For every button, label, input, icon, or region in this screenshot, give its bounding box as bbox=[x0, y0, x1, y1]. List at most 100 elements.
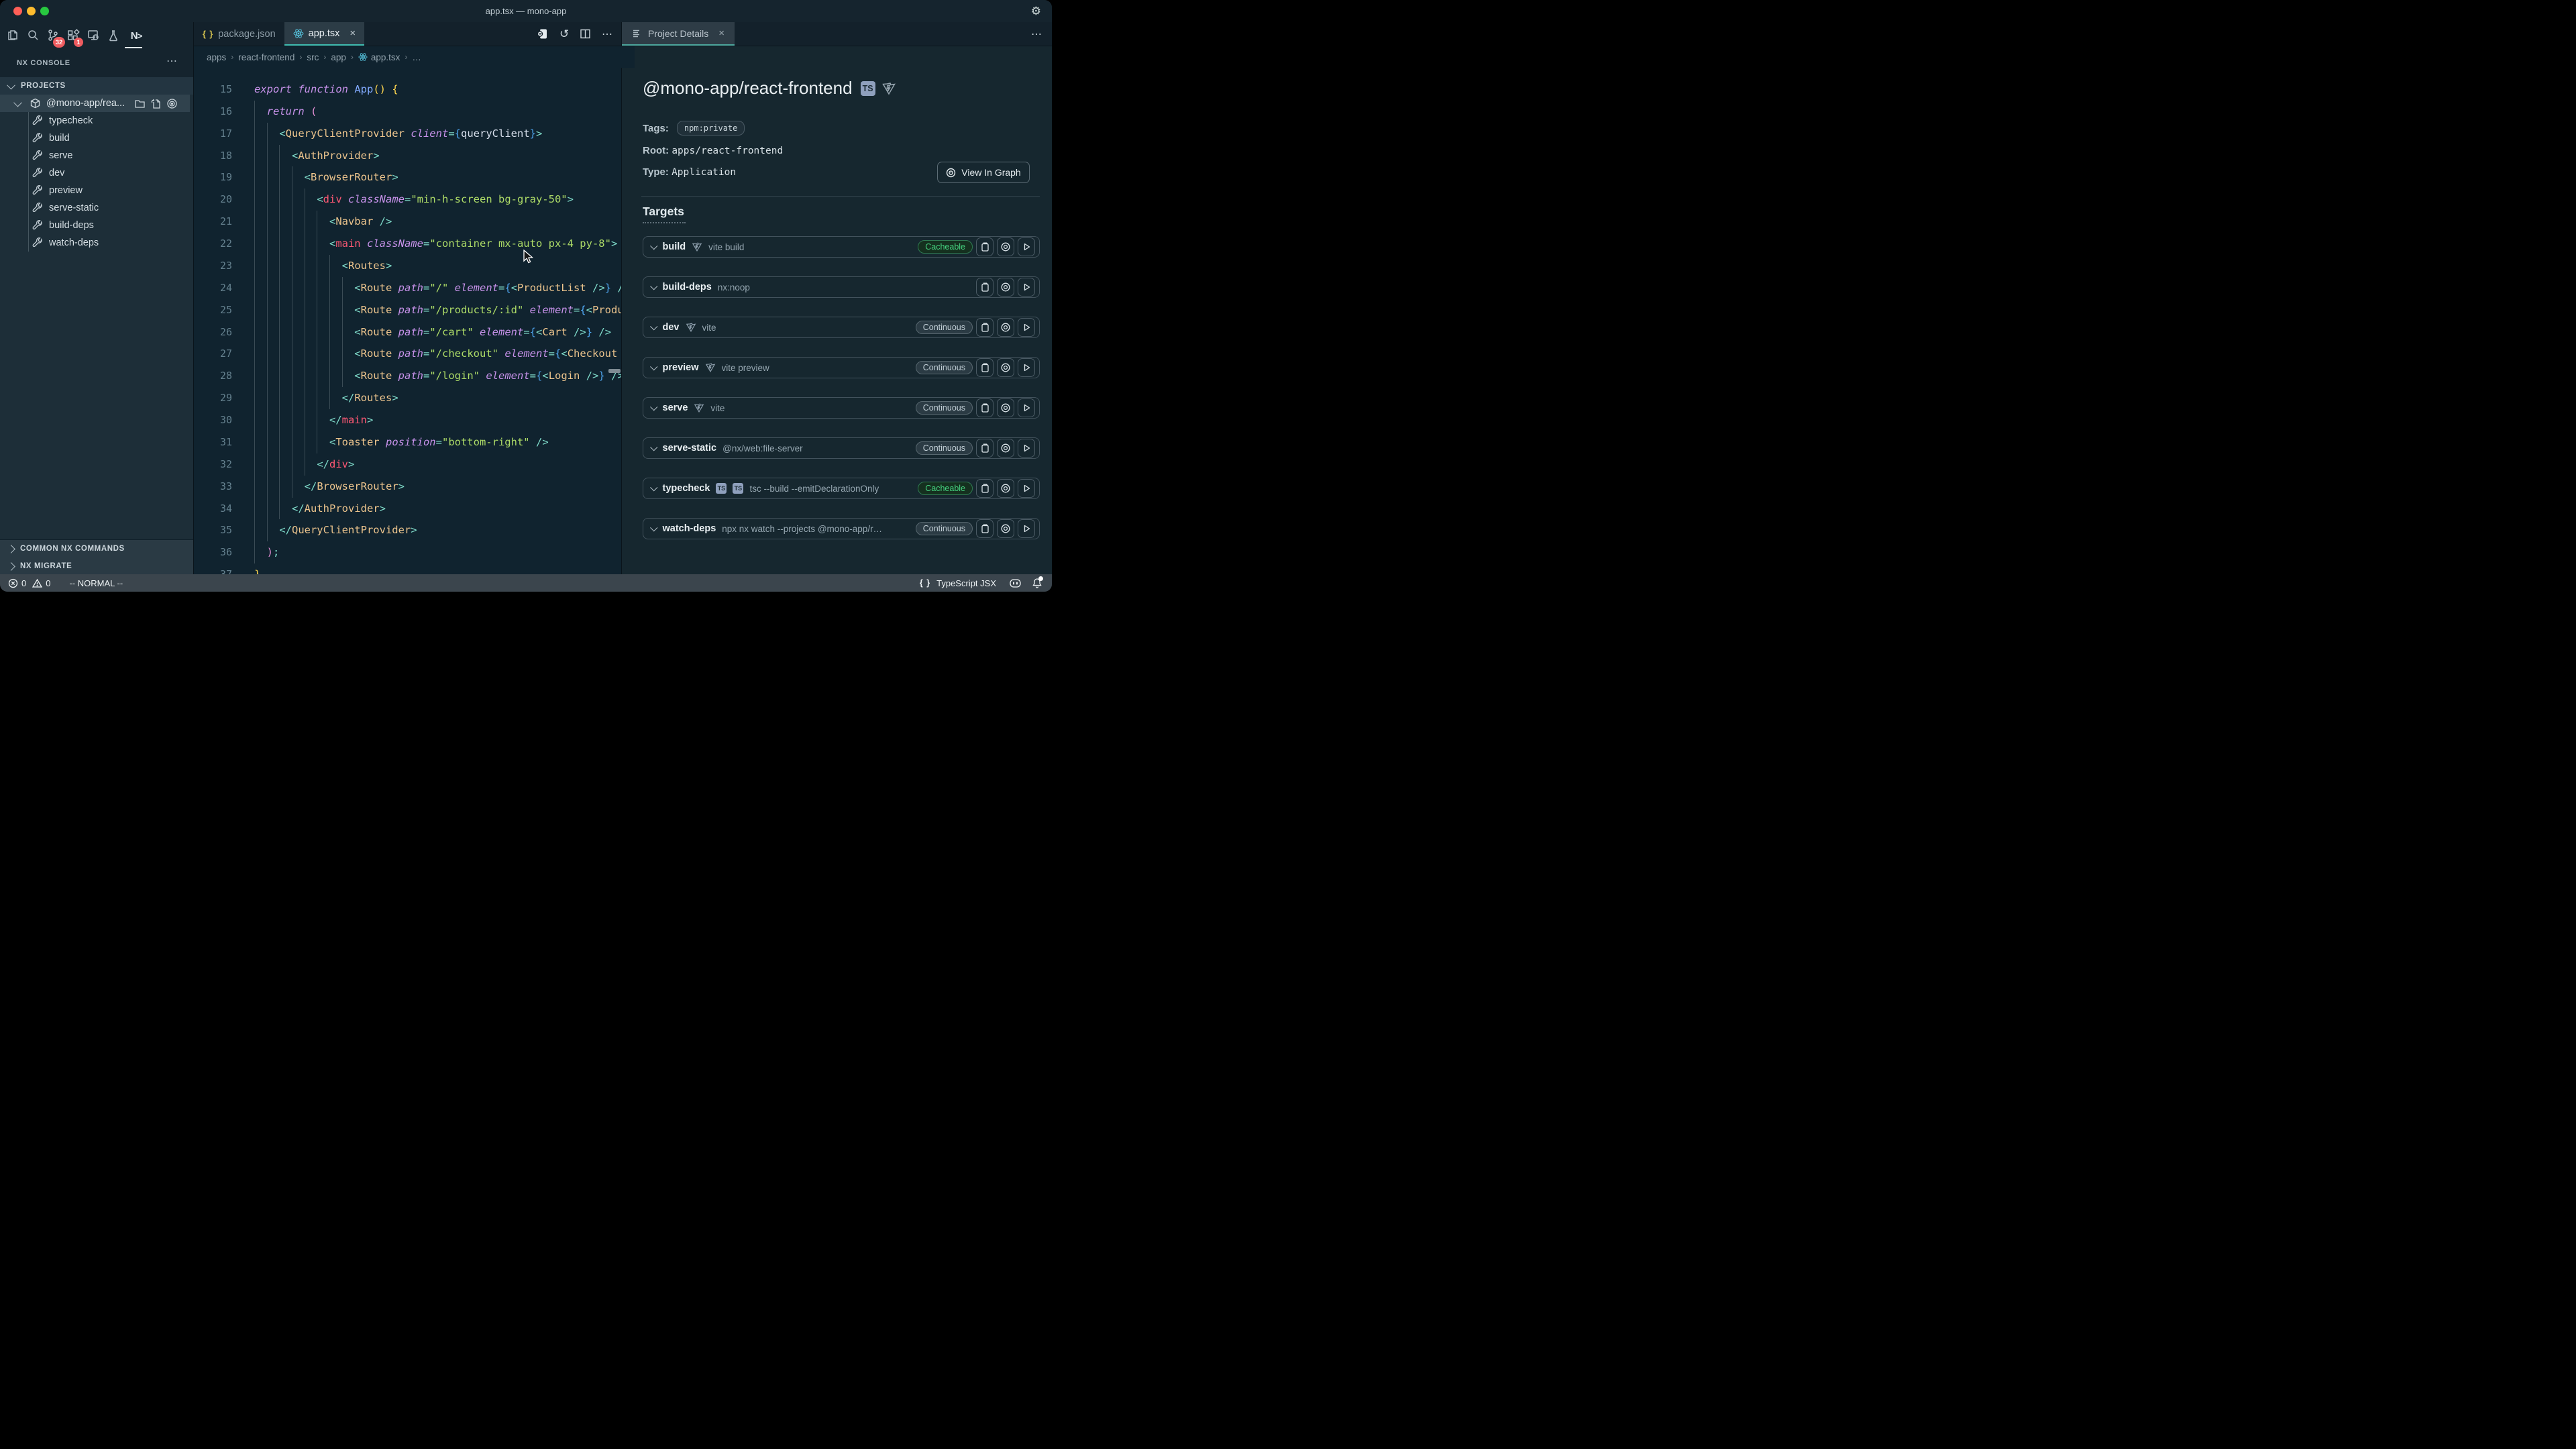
notifications-bell-icon[interactable] bbox=[1032, 578, 1042, 588]
target-card-serve-static[interactable]: serve-static@nx/web:file-serverContinuou… bbox=[643, 437, 1040, 459]
target-badge: Continuous bbox=[916, 522, 973, 535]
wrench-icon bbox=[32, 133, 43, 144]
wrench-icon bbox=[32, 150, 43, 161]
code-line-19: 19<BrowserRouter> bbox=[194, 166, 621, 189]
tag-chip: npm:private bbox=[677, 121, 745, 136]
section-nx-migrate[interactable]: NX MIGRATE bbox=[0, 557, 193, 575]
target-card-build-deps[interactable]: build-depsnx:noop bbox=[643, 276, 1040, 298]
vim-mode-indicator[interactable]: -- NORMAL -- bbox=[69, 578, 123, 588]
testing-icon[interactable] bbox=[106, 25, 120, 46]
code-editor[interactable]: 15export function App() {16return (17<Qu… bbox=[194, 62, 621, 574]
tab-app-tsx[interactable]: app.tsx × bbox=[284, 22, 365, 46]
view-target-icon[interactable] bbox=[997, 278, 1014, 297]
code-line-25: 25<Route path="/products/:id" element={<… bbox=[194, 299, 621, 321]
chevron-right-icon bbox=[7, 562, 15, 571]
nx-console-icon[interactable]: N> bbox=[126, 25, 146, 46]
tree-item-task-build[interactable]: build bbox=[0, 129, 193, 147]
target-card-serve[interactable]: serveviteContinuous bbox=[643, 397, 1040, 419]
sidebar-bottom-sections: COMMON NX COMMANDSNX MIGRATE bbox=[0, 539, 193, 575]
open-project-details-icon[interactable] bbox=[536, 28, 549, 40]
target-card-typecheck[interactable]: typecheckTSTStsc --build --emitDeclarati… bbox=[643, 478, 1040, 499]
copy-task-icon[interactable] bbox=[976, 237, 994, 256]
copy-task-icon[interactable] bbox=[976, 398, 994, 417]
json-braces-icon: { } bbox=[203, 30, 213, 39]
run-target-icon[interactable] bbox=[1018, 519, 1035, 538]
scrollbar-handle[interactable] bbox=[608, 369, 621, 373]
view-target-icon[interactable] bbox=[997, 479, 1014, 498]
tree-item-task-watch-deps[interactable]: watch-deps bbox=[0, 234, 193, 252]
breadcrumb-item[interactable]: app.tsx bbox=[358, 52, 400, 62]
copy-task-icon[interactable] bbox=[976, 318, 994, 337]
code-line-20: 20<div className="min-h-screen bg-gray-5… bbox=[194, 189, 621, 211]
tab-package-json[interactable]: { } package.json bbox=[194, 22, 284, 46]
target-card-dev[interactable]: devviteContinuous bbox=[643, 317, 1040, 338]
tree-item-project[interactable]: @mono-app/rea... bbox=[0, 95, 190, 112]
breadcrumb-item[interactable]: src bbox=[307, 52, 319, 62]
line-number: 21 bbox=[194, 211, 232, 233]
panel-more-actions-icon[interactable]: ⋯ bbox=[1031, 22, 1052, 46]
target-icon[interactable] bbox=[166, 98, 178, 109]
target-card-build[interactable]: buildvite buildCacheable bbox=[643, 236, 1040, 258]
run-target-icon[interactable] bbox=[1018, 318, 1035, 337]
type-value: Application bbox=[672, 167, 736, 178]
wrench-icon bbox=[32, 168, 43, 178]
source-control-icon[interactable]: 32 bbox=[46, 25, 60, 46]
run-target-icon[interactable] bbox=[1018, 439, 1035, 458]
chevron-down-icon bbox=[650, 282, 657, 290]
more-actions-icon[interactable]: ⋯ bbox=[602, 28, 612, 41]
line-number: 28 bbox=[194, 365, 232, 387]
activity-bar: 32 1 N> bbox=[0, 22, 199, 49]
generate-file-icon[interactable] bbox=[150, 98, 162, 109]
target-card-preview[interactable]: previewvite previewContinuous bbox=[643, 357, 1040, 378]
tree-item-task-preview[interactable]: preview bbox=[0, 182, 193, 199]
view-target-icon[interactable] bbox=[997, 318, 1014, 337]
view-target-icon[interactable] bbox=[997, 237, 1014, 256]
run-target-icon[interactable] bbox=[1018, 358, 1035, 377]
settings-gear-icon[interactable]: ⚙ bbox=[1031, 5, 1041, 18]
tree-item-task-build-deps[interactable]: build-deps bbox=[0, 217, 193, 234]
extensions-icon[interactable]: 1 bbox=[66, 25, 80, 46]
run-target-icon[interactable] bbox=[1018, 278, 1035, 297]
close-panel-icon[interactable]: × bbox=[718, 28, 724, 39]
tab-project-details[interactable]: Project Details × bbox=[622, 22, 735, 46]
view-in-graph-button[interactable]: View In Graph bbox=[937, 162, 1030, 183]
divider bbox=[641, 196, 1040, 197]
folder-icon[interactable] bbox=[134, 98, 146, 109]
projects-section-header[interactable]: PROJECTS bbox=[0, 77, 193, 95]
section-common-nx-commands[interactable]: COMMON NX COMMANDS bbox=[0, 540, 193, 557]
view-target-icon[interactable] bbox=[997, 439, 1014, 458]
copy-task-icon[interactable] bbox=[976, 439, 994, 458]
copy-task-icon[interactable] bbox=[976, 358, 994, 377]
view-target-icon[interactable] bbox=[997, 358, 1014, 377]
search-icon[interactable] bbox=[25, 25, 40, 46]
split-editor-icon[interactable] bbox=[580, 28, 591, 40]
tree-item-task-typecheck[interactable]: typecheck bbox=[0, 112, 193, 129]
line-number: 18 bbox=[194, 145, 232, 167]
view-target-icon[interactable] bbox=[997, 519, 1014, 538]
breadcrumb-item[interactable]: … bbox=[412, 52, 421, 62]
explorer-icon[interactable] bbox=[5, 25, 19, 46]
tree-item-task-dev[interactable]: dev bbox=[0, 164, 193, 182]
language-mode[interactable]: TypeScript JSX bbox=[936, 578, 996, 588]
run-target-icon[interactable] bbox=[1018, 398, 1035, 417]
refresh-icon[interactable]: ↻ bbox=[559, 28, 569, 41]
problems-status[interactable]: 0 0 bbox=[0, 578, 50, 588]
run-target-icon[interactable] bbox=[1018, 237, 1035, 256]
copy-task-icon[interactable] bbox=[976, 519, 994, 538]
status-bar: 0 0 -- NORMAL -- { } TypeScript JSX bbox=[0, 574, 1052, 592]
breadcrumb-item[interactable]: react-frontend bbox=[238, 52, 294, 62]
close-tab-icon[interactable]: × bbox=[350, 28, 356, 39]
breadcrumb-item[interactable]: app bbox=[331, 52, 346, 62]
tree-item-task-serve-static[interactable]: serve-static bbox=[0, 199, 193, 217]
target-card-watch-deps[interactable]: watch-depsnpx nx watch --projects @mono-… bbox=[643, 518, 1040, 539]
remote-explorer-icon[interactable] bbox=[86, 25, 100, 46]
tree-item-task-serve[interactable]: serve bbox=[0, 147, 193, 164]
view-target-icon[interactable] bbox=[997, 398, 1014, 417]
errors-icon bbox=[8, 578, 18, 588]
copy-task-icon[interactable] bbox=[976, 479, 994, 498]
sidebar-more-actions-icon[interactable]: ⋯ bbox=[166, 54, 177, 68]
copy-task-icon[interactable] bbox=[976, 278, 994, 297]
copilot-icon[interactable] bbox=[1009, 578, 1022, 588]
run-target-icon[interactable] bbox=[1018, 479, 1035, 498]
breadcrumb-item[interactable]: apps bbox=[207, 52, 226, 62]
